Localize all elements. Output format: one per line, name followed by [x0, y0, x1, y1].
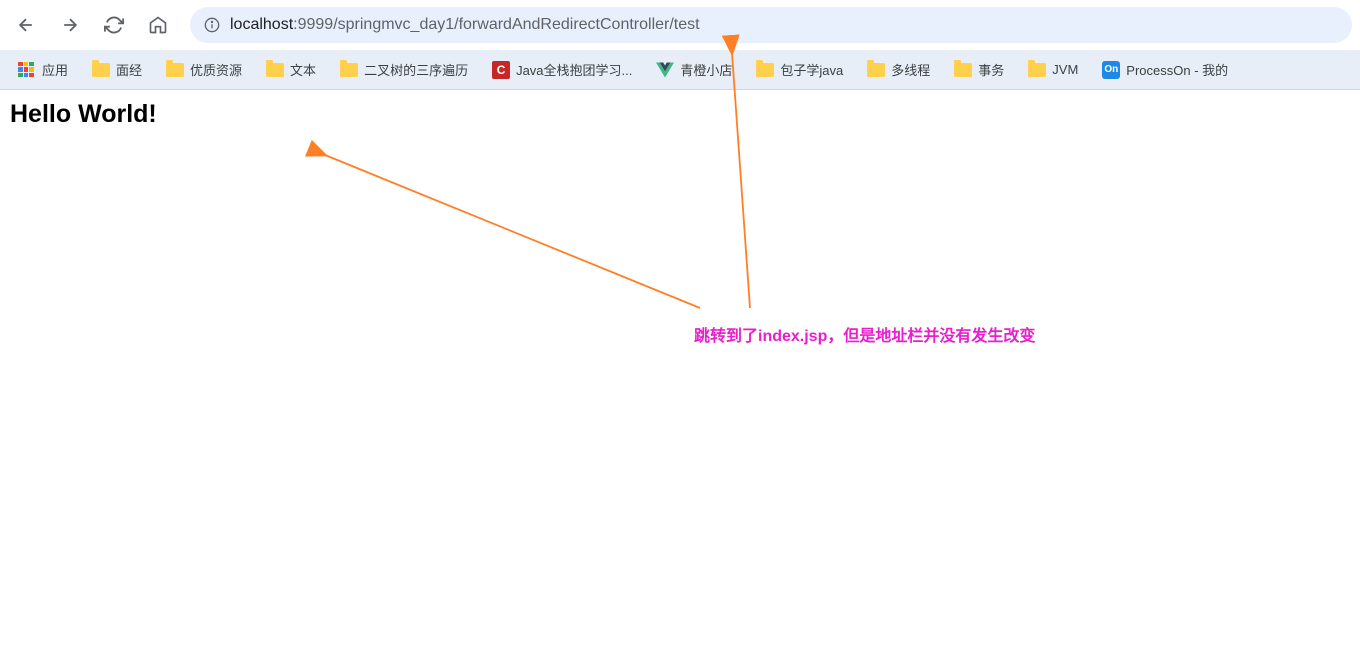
info-icon — [204, 17, 220, 33]
folder-icon — [266, 63, 284, 77]
processon-icon: On — [1102, 61, 1120, 79]
home-icon — [148, 15, 168, 35]
csdn-icon: C — [492, 61, 510, 79]
bookmark-item[interactable]: JVM — [1018, 56, 1088, 83]
bookmark-item[interactable]: 面经 — [82, 54, 152, 85]
back-button[interactable] — [8, 7, 44, 43]
arrow-right-icon — [60, 15, 80, 35]
bookmark-item[interactable]: CJava全栈抱团学习... — [482, 54, 642, 85]
folder-icon — [867, 63, 885, 77]
address-bar[interactable]: localhost:9999/springmvc_day1/forwardAnd… — [190, 7, 1352, 43]
home-button[interactable] — [140, 7, 176, 43]
bookmark-item[interactable]: 文本 — [256, 54, 326, 85]
reload-button[interactable] — [96, 7, 132, 43]
folder-icon — [92, 63, 110, 77]
page-content: Hello World! — [0, 90, 1360, 139]
bookmark-item[interactable]: 二叉树的三序遍历 — [330, 54, 478, 85]
folder-icon — [756, 63, 774, 77]
apps-grid-icon — [18, 62, 34, 78]
vue-icon — [656, 62, 674, 78]
forward-button[interactable] — [52, 7, 88, 43]
bookmark-item[interactable]: 事务 — [944, 54, 1014, 85]
bookmark-item[interactable]: 包子学java — [746, 54, 853, 85]
folder-icon — [340, 63, 358, 77]
annotation-text: 跳转到了index.jsp，但是地址栏并没有发生改变 — [694, 322, 1035, 346]
bookmarks-bar: 应用 面经 优质资源 文本 二叉树的三序遍历 CJava全栈抱团学习... 青橙… — [0, 50, 1360, 90]
bookmark-item[interactable]: 优质资源 — [156, 54, 252, 85]
bookmark-item[interactable]: 青橙小店 — [646, 54, 742, 85]
reload-icon — [104, 15, 124, 35]
apps-label: 应用 — [42, 60, 68, 79]
page-heading: Hello World! — [10, 100, 1350, 129]
bookmark-item[interactable]: 多线程 — [857, 54, 940, 85]
url-text: localhost:9999/springmvc_day1/forwardAnd… — [230, 16, 700, 34]
browser-toolbar: localhost:9999/springmvc_day1/forwardAnd… — [0, 0, 1360, 50]
folder-icon — [1028, 63, 1046, 77]
bookmark-item[interactable]: OnProcessOn - 我的 — [1092, 54, 1238, 85]
folder-icon — [166, 63, 184, 77]
folder-icon — [954, 63, 972, 77]
apps-button[interactable]: 应用 — [8, 54, 78, 85]
arrow-left-icon — [16, 15, 36, 35]
